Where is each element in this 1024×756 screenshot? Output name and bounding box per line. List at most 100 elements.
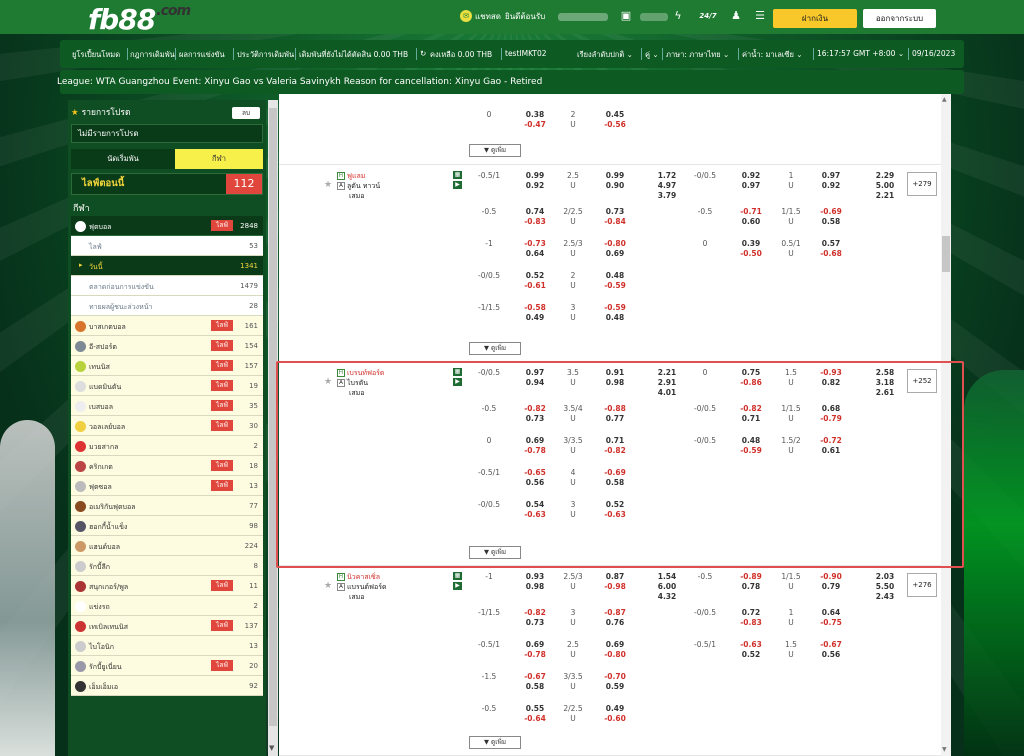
deposit-button[interactable]: ฝากเงิน xyxy=(773,9,857,28)
odds-value[interactable]: 4.97 xyxy=(649,181,685,190)
sport-item[interactable]: แข่งรถ 2 xyxy=(71,596,263,616)
odds-value[interactable]: 0.69 xyxy=(597,249,633,258)
show-more-button[interactable]: ▼ ดูเพิ่ม xyxy=(469,342,521,355)
sport-item[interactable]: รักบี้ลีก 8 xyxy=(71,556,263,576)
odds-value[interactable]: 0.52 xyxy=(517,271,553,280)
odds-value[interactable]: 0.79 xyxy=(813,582,849,591)
odds-value[interactable]: 0.57 xyxy=(813,239,849,248)
odds-value[interactable]: 2.03 xyxy=(867,572,903,581)
sport-item[interactable]: บาสเกตบอล ไลฟ์ 161 xyxy=(71,316,263,336)
odds-value[interactable]: 0.58 xyxy=(813,217,849,226)
odds-value[interactable]: 0.64 xyxy=(813,608,849,617)
odds-value[interactable]: 0.59 xyxy=(597,682,633,691)
unsettled-bets[interactable]: เดิมพันที่ยังไม่ได้ตัดสิน 0.00 THB xyxy=(299,49,408,61)
odds-value[interactable]: -0.83 xyxy=(517,217,553,226)
odds-value[interactable]: -0.80 xyxy=(597,239,633,248)
user-icon[interactable]: ♟ xyxy=(730,10,742,22)
tab-start[interactable]: นัดเริ่มพัน xyxy=(71,149,175,169)
odds-value[interactable]: -0.59 xyxy=(597,303,633,312)
odds-value[interactable]: -0.80 xyxy=(597,650,633,659)
odds-value[interactable]: 0.73 xyxy=(517,618,553,627)
sport-item[interactable]: ฮอกกี้น้ำแข็ง 98 xyxy=(71,516,263,536)
odds-value[interactable]: 0.90 xyxy=(597,181,633,190)
odds-value[interactable]: 0.52 xyxy=(733,650,769,659)
odds-value[interactable]: 0.56 xyxy=(813,650,849,659)
odds-value[interactable]: 0.48 xyxy=(597,313,633,322)
odds-type-dropdown[interactable]: ค่าน้ำ: มาเลเซีย ⌄ xyxy=(742,49,803,61)
bet-history-link[interactable]: ประวัติการเดิมพัน xyxy=(237,49,294,61)
tab-sport[interactable]: กีฬา xyxy=(175,149,263,169)
sport-item[interactable]: วอลเลย์บอล ไลฟ์ 30 xyxy=(71,416,263,436)
odds-value[interactable]: 0.74 xyxy=(517,207,553,216)
odds-value[interactable]: 0.55 xyxy=(517,704,553,713)
logout-button[interactable]: ออกจากระบบ xyxy=(863,9,936,28)
odds-value[interactable]: 1.54 xyxy=(649,572,685,581)
odds-value[interactable]: -0.56 xyxy=(597,120,633,129)
odds-value[interactable]: 2.21 xyxy=(867,191,903,200)
sport-item[interactable]: แฮนด์บอล 224 xyxy=(71,536,263,556)
live-tv-icon[interactable]: ▶ xyxy=(453,181,462,189)
odds-value[interactable]: -0.63 xyxy=(733,640,769,649)
results-link[interactable]: ผลการแข่งขัน xyxy=(179,49,225,61)
odds-value[interactable]: 0.92 xyxy=(733,171,769,180)
odds-value[interactable]: -0.68 xyxy=(813,249,849,258)
odds-value[interactable]: 4.32 xyxy=(649,592,685,601)
odds-value[interactable]: -0.67 xyxy=(813,640,849,649)
odds-value[interactable]: 6.00 xyxy=(649,582,685,591)
list-icon[interactable]: ☰ xyxy=(754,10,766,22)
odds-value[interactable]: 0.87 xyxy=(597,572,633,581)
odds-value[interactable]: -0.47 xyxy=(517,120,553,129)
sport-item[interactable]: อี-สปอร์ต ไลฟ์ 154 xyxy=(71,336,263,356)
sport-item[interactable]: ตลาดก่อนการแข่งขัน 1479 xyxy=(71,276,263,296)
favorite-star-icon[interactable]: ★ xyxy=(324,180,332,190)
odds-value[interactable]: 0.92 xyxy=(517,181,553,190)
odds-value[interactable]: 0.73 xyxy=(597,207,633,216)
sport-item[interactable]: ฟุตซอล ไลฟ์ 13 xyxy=(71,476,263,496)
betting-rules-link[interactable]: กฎการเดิมพัน xyxy=(130,49,175,61)
odds-value[interactable]: -0.60 xyxy=(597,714,633,723)
show-more-button[interactable]: ▼ ดูเพิ่ม xyxy=(469,736,521,749)
odds-value[interactable]: 0.98 xyxy=(517,582,553,591)
odds-value[interactable]: 0.45 xyxy=(597,110,633,119)
odds-value[interactable]: 0.92 xyxy=(813,181,849,190)
odds-value[interactable]: -0.61 xyxy=(517,281,553,290)
odds-value[interactable]: -0.90 xyxy=(813,572,849,581)
odds-value[interactable]: -0.69 xyxy=(813,207,849,216)
odds-value[interactable]: 0.49 xyxy=(597,704,633,713)
odds-value[interactable]: 0.38 xyxy=(517,110,553,119)
sport-item[interactable]: ไลฟ์ 53 xyxy=(71,236,263,256)
odds-value[interactable]: 1.72 xyxy=(649,171,685,180)
odds-value[interactable]: -0.67 xyxy=(517,672,553,681)
flash-icon[interactable]: ϟ xyxy=(672,10,684,22)
odds-value[interactable]: -0.89 xyxy=(733,572,769,581)
odds-value[interactable]: 3.79 xyxy=(649,191,685,200)
language-dropdown[interactable]: ภาษา: ภาษาไทย ⌄ xyxy=(666,49,729,61)
sport-item[interactable]: เทนนิส ไลฟ์ 157 xyxy=(71,356,263,376)
show-more-button[interactable]: ▼ ดูเพิ่ม xyxy=(469,144,521,157)
sport-item[interactable]: ทายผลผู้ชนะล่วงหน้า 28 xyxy=(71,296,263,316)
odds-value[interactable]: 0.48 xyxy=(597,271,633,280)
sport-item[interactable]: สนุกเกอร์/พูล ไลฟ์ 11 xyxy=(71,576,263,596)
sport-item[interactable]: ▸ วันนี้ 1341 xyxy=(71,256,263,276)
fb88-logo[interactable]: fb88 .com xyxy=(88,3,191,36)
odds-value[interactable]: -0.58 xyxy=(517,303,553,312)
odds-value[interactable]: 0.64 xyxy=(517,249,553,258)
odds-value[interactable]: 0.97 xyxy=(733,181,769,190)
odds-value[interactable]: 0.93 xyxy=(517,572,553,581)
odds-value[interactable]: 0.39 xyxy=(733,239,769,248)
odds-value[interactable]: 0.49 xyxy=(517,313,553,322)
odds-value[interactable]: -0.59 xyxy=(597,281,633,290)
clock-dropdown[interactable]: 16:17:57 GMT +8:00 ⌄ xyxy=(817,49,904,58)
european-mode-link[interactable]: ยูโรเปี้ยนโหมด xyxy=(72,49,120,61)
odds-value[interactable]: 0.72 xyxy=(733,608,769,617)
sort-dropdown[interactable]: เรียงลำดับปกติ ⌄ xyxy=(577,49,633,61)
favorites-clear-button[interactable]: ลบ xyxy=(232,107,260,119)
sport-item[interactable]: รักบี้ยูเนี่ยน ไลฟ์ 20 xyxy=(71,656,263,676)
refresh-icon[interactable]: ↻ xyxy=(420,49,426,58)
odds-value[interactable]: 0.97 xyxy=(813,171,849,180)
favorite-star-icon[interactable]: ★ xyxy=(324,581,332,591)
odds-value[interactable]: 2.29 xyxy=(867,171,903,180)
sport-item[interactable]: แบดมินตัน ไลฟ์ 19 xyxy=(71,376,263,396)
live-tv-icon[interactable]: ▶ xyxy=(453,582,462,590)
odds-value[interactable]: -0.84 xyxy=(597,217,633,226)
